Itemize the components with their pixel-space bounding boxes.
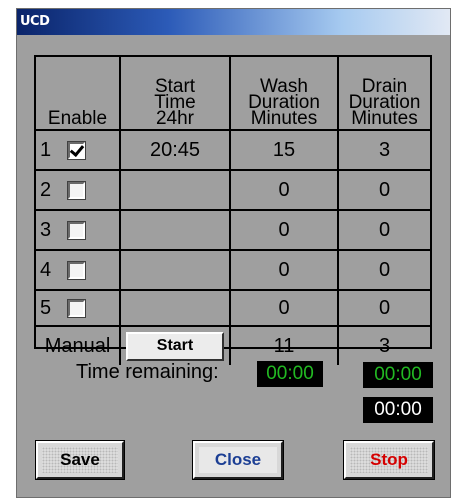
drain-duration-1[interactable]: 3 (339, 131, 430, 171)
enable-checkbox-5[interactable] (67, 298, 86, 318)
manual-drain-duration[interactable]: 3 (339, 327, 430, 365)
header-wash-duration: Wash Duration Minutes (231, 57, 339, 131)
enable-cell-1: 1 (36, 131, 121, 171)
row-number: 5 (40, 296, 52, 319)
start-time-3[interactable] (121, 211, 231, 251)
manual-wash-duration[interactable]: 11 (231, 327, 339, 365)
time-remaining-label: Time remaining: (76, 361, 219, 383)
row-number: 1 (40, 138, 52, 161)
wash-duration-5[interactable]: 0 (231, 291, 339, 327)
schedule-table: Enable Start Time 24hr Wash Duration Min… (34, 55, 432, 365)
save-button[interactable]: Save (35, 440, 125, 480)
start-time-5[interactable] (121, 291, 231, 327)
row-number: 2 (40, 178, 52, 201)
manual-start-button[interactable]: Start (126, 331, 224, 361)
header-drain-duration: Drain Duration Minutes (339, 57, 430, 131)
drain-duration-4[interactable]: 0 (339, 251, 430, 291)
start-time-2[interactable] (121, 171, 231, 211)
enable-cell-2: 2 (36, 171, 121, 211)
wash-timer-display: 00:00 (363, 362, 433, 388)
enable-checkbox-1[interactable] (67, 140, 86, 160)
drain-duration-3[interactable]: 0 (339, 211, 430, 251)
drain-duration-2[interactable]: 0 (339, 171, 430, 211)
title-bar[interactable]: UCD (17, 9, 450, 35)
stop-button-label: Stop (350, 447, 428, 473)
wash-duration-1[interactable]: 15 (231, 131, 339, 171)
ucd-window: UCD Enable Start Time 24hr Wash Duration… (16, 8, 451, 498)
wash-duration-2[interactable]: 0 (231, 171, 339, 211)
close-button[interactable]: Close (192, 440, 284, 480)
start-time-4[interactable] (121, 251, 231, 291)
drain-duration-5[interactable]: 0 (339, 291, 430, 327)
enable-cell-5: 5 (36, 291, 121, 327)
drain-timer-display: 00:00 (363, 397, 433, 423)
manual-label: Manual (36, 327, 121, 365)
manual-start-cell: Start (121, 327, 231, 365)
enable-cell-4: 4 (36, 251, 121, 291)
window-title: UCD (20, 14, 50, 29)
enable-checkbox-2[interactable] (67, 180, 86, 200)
wash-duration-3[interactable]: 0 (231, 211, 339, 251)
time-remaining-display: 00:00 (257, 361, 323, 387)
enable-checkbox-3[interactable] (67, 220, 86, 240)
row-number: 4 (40, 258, 52, 281)
stop-button[interactable]: Stop (343, 440, 435, 480)
enable-cell-3: 3 (36, 211, 121, 251)
save-button-label: Save (42, 447, 118, 473)
header-enable: Enable (36, 57, 121, 131)
header-start-time: Start Time 24hr (121, 57, 231, 131)
start-time-1[interactable]: 20:45 (121, 131, 231, 171)
row-number: 3 (40, 218, 52, 241)
wash-duration-4[interactable]: 0 (231, 251, 339, 291)
enable-checkbox-4[interactable] (67, 260, 86, 280)
close-button-label: Close (199, 447, 277, 473)
